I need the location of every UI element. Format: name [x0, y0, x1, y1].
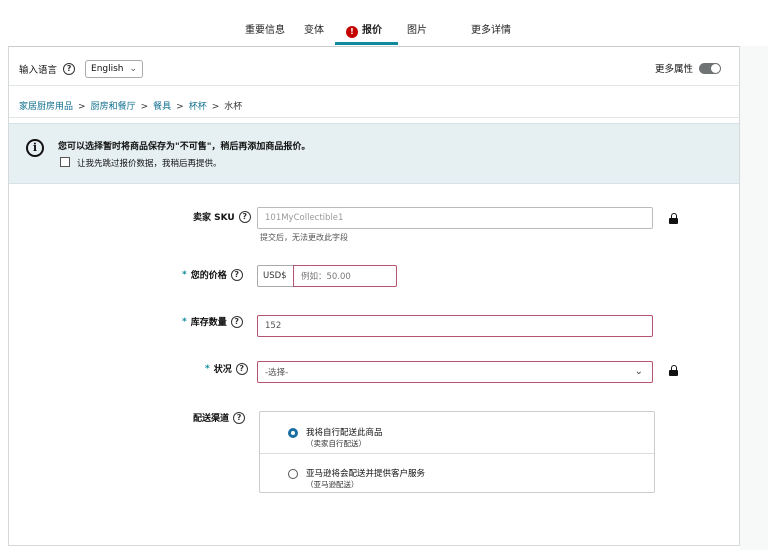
- quantity-label: * 库存数量 ?: [182, 315, 243, 328]
- divider: [9, 117, 739, 118]
- shipping-options: 我将自行配送此商品 （卖家自行配送） 亚马逊将会配送并提供客户服务 （亚马逊配送…: [259, 411, 655, 493]
- language-value: English: [91, 64, 124, 74]
- required-marker: *: [182, 316, 187, 327]
- tab-variations[interactable]: 变体: [304, 21, 324, 36]
- shipping-label-text: 配送渠道: [193, 414, 230, 424]
- tab-more-details[interactable]: 更多详情: [471, 21, 511, 36]
- tab-bar: 重要信息 变体 ! 报价 图片 更多详情: [0, 0, 768, 46]
- tab-offer-label: 报价: [362, 25, 382, 36]
- language-row: 输入语言 ? English ⌄: [19, 59, 144, 79]
- more-attributes: 更多属性: [655, 61, 721, 75]
- merchant-fulfilled-sub: （卖家自行配送）: [306, 439, 366, 448]
- condition-label: * 状况 ?: [205, 362, 248, 375]
- notice-text: 您可以选择暂时将商品保存为"不可售"，稍后再添加商品报价。: [58, 142, 311, 152]
- radio-amazon-fulfilled[interactable]: [288, 469, 298, 479]
- sku-input[interactable]: 101MyCollectible1: [257, 207, 653, 229]
- price-label-text: 您的价格: [190, 271, 227, 281]
- divider: [260, 453, 654, 454]
- sku-label: 卖家 SKU ?: [193, 210, 251, 223]
- more-attributes-toggle[interactable]: [699, 62, 721, 74]
- breadcrumb-separator: >: [140, 102, 149, 112]
- quantity-value: 152: [265, 321, 282, 331]
- tab-images[interactable]: 图片: [407, 21, 427, 36]
- skip-offer-checkbox-label[interactable]: 让我先跳过报价数据，我稍后再提供。: [77, 157, 222, 169]
- info-icon: i: [26, 139, 44, 157]
- quantity-input[interactable]: 152: [257, 315, 653, 337]
- error-badge-icon: !: [346, 26, 358, 38]
- help-icon[interactable]: ?: [235, 362, 248, 375]
- divider: [9, 85, 739, 86]
- more-attributes-label: 更多属性: [654, 64, 693, 75]
- currency-prefix: USD$: [257, 265, 295, 287]
- amazon-fulfilled-sub: （亚马逊配送）: [306, 480, 359, 489]
- breadcrumb-item[interactable]: 家居厨房用品: [19, 102, 73, 112]
- breadcrumb-current: 水杯: [224, 102, 243, 112]
- active-tab-indicator: [335, 42, 398, 45]
- breadcrumb-separator: >: [78, 102, 86, 112]
- offer-panel: 输入语言 ? English ⌄ 更多属性 家居厨房用品 > 厨房和餐厅 > 餐具 > 杯杯…: [8, 46, 740, 546]
- tab-offer[interactable]: ! 报价: [346, 21, 382, 38]
- skip-offer-notice: i 您可以选择暂时将商品保存为"不可售"，稍后再添加商品报价。 让我先跳过报价数…: [9, 123, 739, 184]
- radio-merchant-fulfilled[interactable]: [288, 428, 298, 438]
- language-select[interactable]: English ⌄: [85, 60, 144, 78]
- chevron-down-icon: ⌄: [634, 366, 643, 377]
- help-icon[interactable]: ?: [233, 411, 246, 424]
- skip-offer-checkbox[interactable]: [60, 157, 70, 167]
- right-gutter: [740, 46, 768, 550]
- condition-value: -选择-: [265, 368, 289, 378]
- help-icon[interactable]: ?: [230, 315, 243, 328]
- price-label: * 您的价格 ?: [182, 268, 243, 281]
- language-label: 输入语言: [19, 65, 58, 76]
- breadcrumb: 家居厨房用品 > 厨房和餐厅 > 餐具 > 杯杯 > 水杯: [19, 99, 242, 112]
- sku-hint: 提交后，无法更改此字段: [260, 233, 348, 242]
- quantity-label-text: 库存数量: [190, 318, 227, 328]
- required-marker: *: [182, 269, 187, 280]
- help-icon[interactable]: ?: [230, 268, 243, 281]
- breadcrumb-item[interactable]: 杯杯: [189, 102, 207, 112]
- breadcrumb-item[interactable]: 厨房和餐厅: [91, 102, 136, 112]
- tab-important-info[interactable]: 重要信息: [245, 21, 285, 36]
- shipping-label: 配送渠道 ?: [193, 411, 246, 424]
- condition-select[interactable]: -选择- ⌄: [257, 361, 653, 383]
- sku-label-text: 卖家 SKU: [193, 213, 235, 223]
- required-marker: *: [205, 363, 210, 374]
- price-placeholder: 例如：50.00: [301, 272, 351, 282]
- chevron-down-icon: ⌄: [129, 64, 138, 74]
- breadcrumb-separator: >: [211, 102, 220, 112]
- lock-icon: [669, 365, 678, 376]
- help-icon[interactable]: ?: [238, 210, 251, 223]
- breadcrumb-item[interactable]: 餐具: [153, 102, 171, 112]
- sku-value: 101MyCollectible1: [265, 213, 344, 223]
- price-input[interactable]: 例如：50.00: [293, 265, 397, 287]
- merchant-fulfilled-title[interactable]: 我将自行配送此商品: [306, 426, 383, 438]
- breadcrumb-separator: >: [176, 102, 184, 112]
- condition-label-text: 状况: [213, 365, 232, 375]
- amazon-fulfilled-title[interactable]: 亚马逊将会配送并提供客户服务: [306, 467, 425, 479]
- currency-value: USD$: [263, 271, 287, 281]
- lock-icon: [669, 213, 678, 224]
- help-icon[interactable]: ?: [63, 63, 76, 75]
